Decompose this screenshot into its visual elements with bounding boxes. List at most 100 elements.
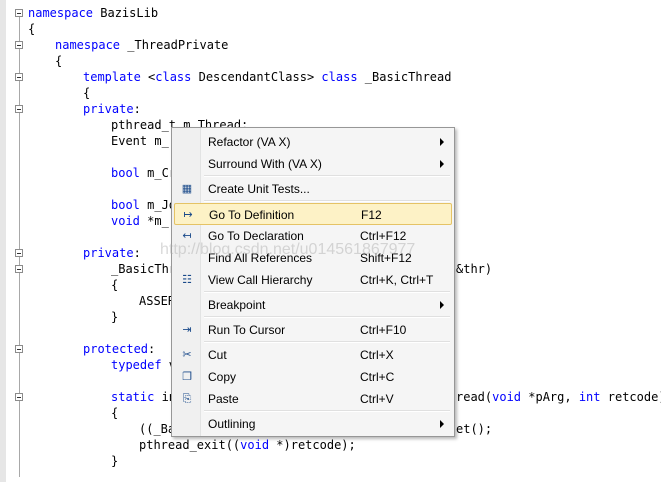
code-line: bool m_Cr: [111, 165, 176, 181]
code-keyword: template: [83, 70, 141, 84]
menu-separator: [204, 175, 450, 177]
menu-item-label: View Call Hierarchy: [208, 273, 313, 287]
code-line: typedef v: [111, 357, 176, 373]
code-line: pthread_exit((void *)retcode);: [139, 437, 356, 453]
code-keyword: class: [321, 70, 358, 84]
code-line-fragment: &thr): [456, 261, 492, 277]
code-line: {: [28, 21, 35, 37]
code-line: void *m_: [111, 213, 169, 229]
code-text: *m_: [139, 214, 169, 228]
editor-gutter: [0, 0, 6, 482]
code-text: ((_Ba: [139, 422, 176, 436]
go-to-definition-icon: ↦: [183, 209, 193, 221]
code-keyword: namespace: [55, 38, 121, 52]
menu-item-label: Create Unit Tests...: [208, 182, 310, 196]
code-text: read(: [456, 390, 493, 404]
code-line: template <class DescendantClass> class _…: [83, 69, 451, 85]
run-to-cursor-icon: ⇥: [182, 324, 192, 336]
code-text: pthread_exit((: [139, 438, 241, 452]
menu-item-refactor[interactable]: Refactor (VA X): [174, 131, 452, 153]
menu-item-go-to-definition[interactable]: ↦ Go To Definition F12: [174, 203, 452, 225]
paste-icon: ⎘: [182, 393, 192, 405]
menu-item-surround[interactable]: Surround With (VA X): [174, 153, 452, 175]
code-line: }: [111, 309, 118, 325]
menu-item-shortcut: Ctrl+K, Ctrl+T: [360, 273, 434, 287]
code-text: :: [133, 246, 141, 260]
code-text: _ThreadPrivate: [120, 38, 229, 52]
code-text: DescendantClass>: [191, 70, 322, 84]
code-line-fragment: et();: [456, 421, 492, 437]
code-text: Event m_: [111, 134, 169, 148]
menu-item-label: Surround With (VA X): [208, 157, 322, 171]
code-line: {: [55, 53, 62, 69]
code-text: <: [140, 70, 156, 84]
code-keyword: int: [578, 390, 601, 404]
menu-item-copy[interactable]: ❐ Copy Ctrl+C: [174, 366, 452, 388]
menu-item-view-call-hierarchy[interactable]: ☷ View Call Hierarchy Ctrl+K, Ctrl+T: [174, 269, 452, 291]
fold-toggle-icon[interactable]: [15, 73, 23, 81]
menu-item-shortcut: Ctrl+V: [360, 392, 394, 406]
menu-item-create-unit-tests[interactable]: ▦ Create Unit Tests...: [174, 178, 452, 200]
menu-item-run-to-cursor[interactable]: ⇥ Run To Cursor Ctrl+F10: [174, 319, 452, 341]
menu-item-label: Outlining: [208, 417, 256, 431]
code-text: {: [111, 406, 119, 420]
fold-toggle-icon[interactable]: [15, 41, 23, 49]
code-text: _BasicThread: [357, 70, 452, 84]
code-line: ((_Ba: [139, 421, 175, 437]
code-text: et();: [456, 422, 493, 436]
code-keyword: bool: [111, 166, 140, 180]
fold-toggle-icon[interactable]: [15, 9, 23, 17]
code-line: {: [83, 85, 90, 101]
fold-toggle-icon[interactable]: [15, 265, 23, 273]
fold-toggle-icon[interactable]: [15, 105, 23, 113]
submenu-arrow-icon: [440, 160, 444, 168]
menu-separator: [204, 291, 450, 293]
menu-item-label: Go To Declaration: [208, 229, 304, 243]
submenu-arrow-icon: [440, 420, 444, 428]
menu-item-label: Run To Cursor: [208, 323, 286, 337]
fold-toggle-icon[interactable]: [15, 393, 23, 401]
submenu-arrow-icon: [440, 301, 444, 309]
code-keyword: bool: [111, 198, 140, 212]
code-text: :: [148, 342, 156, 356]
menu-item-outlining[interactable]: Outlining: [174, 413, 452, 435]
unit-test-icon: ▦: [181, 183, 193, 195]
menu-item-find-all-references[interactable]: Find All References Shift+F12: [174, 247, 452, 269]
code-line: }: [111, 453, 118, 469]
code-text: retcode): [600, 390, 661, 404]
fold-toggle-icon[interactable]: [15, 345, 23, 353]
code-line: Event m_: [111, 133, 169, 149]
code-keyword: private: [83, 102, 134, 116]
menu-item-label: Cut: [208, 348, 227, 362]
menu-item-shortcut: Shift+F12: [360, 251, 412, 265]
menu-item-label: Copy: [208, 370, 237, 384]
menu-item-shortcut: Ctrl+X: [360, 348, 394, 362]
code-keyword: void: [492, 390, 522, 404]
code-text: BazisLib: [93, 6, 159, 20]
fold-toggle-icon[interactable]: [15, 249, 23, 257]
submenu-arrow-icon: [440, 138, 444, 146]
menu-separator: [204, 316, 450, 318]
code-text: ASSER: [139, 294, 176, 308]
menu-item-cut[interactable]: ✂ Cut Ctrl+X: [174, 344, 452, 366]
code-line: namespace BazisLib: [28, 5, 158, 21]
menu-item-breakpoint[interactable]: Breakpoint: [174, 294, 452, 316]
menu-item-shortcut: Ctrl+C: [360, 370, 395, 384]
code-text: {: [83, 86, 91, 100]
menu-item-label: Breakpoint: [208, 298, 266, 312]
context-menu: Refactor (VA X) Surround With (VA X) ▦ Crea…: [171, 127, 455, 437]
menu-item-go-to-declaration[interactable]: ↤ Go To Declaration Ctrl+F12: [174, 225, 452, 247]
code-text: {: [28, 22, 36, 36]
menu-item-paste[interactable]: ⎘ Paste Ctrl+V: [174, 388, 452, 410]
copy-icon: ❐: [182, 371, 192, 383]
code-text: *pArg,: [521, 390, 579, 404]
code-line: private:: [83, 101, 141, 117]
code-line: bool m_Jo: [111, 197, 176, 213]
code-keyword: void: [240, 438, 270, 452]
code-text: *)retcode);: [269, 438, 356, 452]
call-hierarchy-icon: ☷: [182, 274, 192, 286]
scissors-icon: ✂: [182, 349, 192, 361]
code-line: {: [111, 277, 118, 293]
menu-separator: [204, 410, 450, 412]
menu-item-shortcut: F12: [361, 208, 382, 222]
